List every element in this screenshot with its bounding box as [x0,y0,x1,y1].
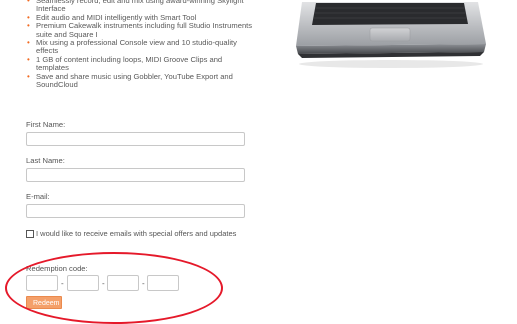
redemption-code-field-4[interactable] [147,275,179,291]
newsletter-checkbox[interactable] [26,229,34,238]
redemption-code-field-3[interactable] [107,275,139,291]
last-name-field[interactable] [26,168,245,182]
laptop-illustration [288,0,488,82]
feature-list: • Seamlessly record, edit and mix using a… [26,0,256,89]
feature-item: • Premium Cakewalk instruments including … [26,21,256,39]
code-separator: - [61,279,64,288]
feature-text: Premium Cakewalk instruments including f… [36,21,253,39]
feature-item: • Seamlessly record, edit and mix using a… [26,0,256,14]
code-separator: - [142,279,145,288]
last-name-label: Last Name: [26,156,65,165]
redeem-button[interactable]: Redeem [26,296,62,309]
redemption-code-field-2[interactable] [67,275,99,291]
email-field[interactable] [26,204,245,218]
bullet-icon: • [27,71,30,81]
bullet-icon: • [27,38,30,48]
feature-item: • Save and share music using Gobbler, You… [26,71,256,90]
email-label: E-mail: [26,192,50,201]
laptop-image [288,0,488,82]
feature-text: 1 GB of content including loops, MIDI Gr… [36,54,223,73]
feature-text: Save and share music using Gobbler, YouT… [36,71,233,90]
first-name-field[interactable] [26,132,245,146]
feature-item: • 1 GB of content including loops, MIDI G… [26,54,256,73]
bullet-icon: • [27,0,30,5]
newsletter-label: I would like to receive emails with spec… [36,229,237,238]
redemption-code-field-1[interactable] [26,275,58,291]
first-name-label: First Name: [26,120,66,129]
newsletter-option[interactable]: I would like to receive emails with spec… [26,229,236,238]
bullet-icon: • [27,54,30,64]
feature-text: Mix using a professional Console view an… [36,38,237,56]
bullet-icon: • [27,21,30,31]
code-separator: - [102,279,105,288]
feature-item: • Mix using a professional Console view a… [26,38,256,56]
feature-text: Seamlessly record, edit and mix using aw… [36,0,244,14]
redemption-code-label: Redemption code: [26,264,88,273]
